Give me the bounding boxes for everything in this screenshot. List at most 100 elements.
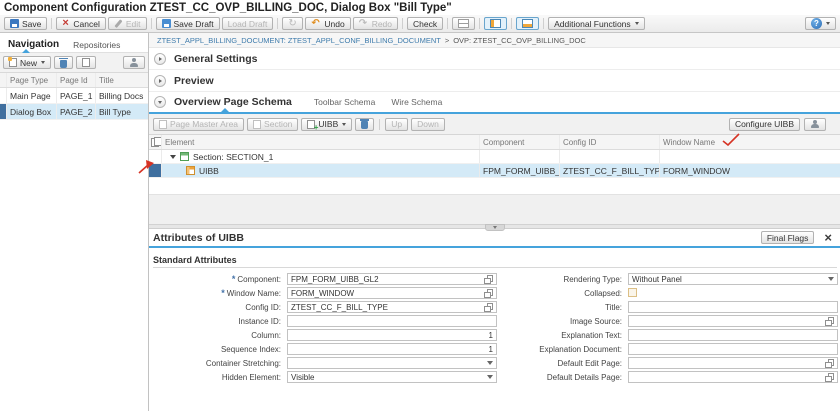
form-row: Container Stretching:Default Edit Page: bbox=[149, 356, 840, 370]
field-label-text: Default Edit Page: bbox=[558, 359, 622, 368]
tab-repositories[interactable]: Repositories bbox=[73, 40, 120, 50]
copy-button[interactable] bbox=[76, 56, 96, 69]
help-button[interactable] bbox=[805, 17, 836, 30]
form-row: Sequence Index:1Explanation Document: bbox=[149, 342, 840, 356]
redo-label: Redo bbox=[372, 19, 392, 29]
layout-bottom-button[interactable] bbox=[516, 17, 539, 30]
nav-table-row[interactable]: Main PagePAGE_1Billing Docs bbox=[0, 88, 148, 104]
close-icon[interactable]: × bbox=[824, 231, 832, 244]
field-input[interactable] bbox=[628, 329, 838, 341]
row-selection-cell bbox=[0, 104, 7, 119]
tree-expander-icon[interactable] bbox=[170, 155, 176, 159]
splitter-handle-icon[interactable] bbox=[485, 224, 505, 231]
tab-toolbar-schema[interactable]: Toolbar Schema bbox=[314, 97, 375, 107]
dropdown-icon[interactable] bbox=[828, 277, 834, 281]
value-help-icon[interactable] bbox=[485, 289, 493, 297]
expand-toggle-icon[interactable] bbox=[154, 75, 166, 87]
field-input[interactable]: FORM_WINDOW bbox=[287, 287, 497, 299]
page-master-area-label: Page Master Area bbox=[170, 119, 238, 129]
dropdown-icon[interactable] bbox=[487, 361, 493, 365]
save-button[interactable]: Save bbox=[4, 17, 47, 30]
undo-label: Undo bbox=[324, 19, 344, 29]
nav-table-row[interactable]: Dialog BoxPAGE_2Bill Type bbox=[0, 104, 148, 120]
user-assignment-button[interactable] bbox=[123, 56, 145, 69]
additional-functions-button[interactable]: Additional Functions bbox=[548, 17, 645, 30]
value-help-icon[interactable] bbox=[485, 303, 493, 311]
edit-icon bbox=[114, 19, 123, 28]
menu-caret-icon bbox=[41, 61, 45, 64]
delete-button[interactable] bbox=[54, 56, 73, 69]
delete-element-button[interactable] bbox=[355, 118, 374, 131]
page-new-icon bbox=[9, 58, 17, 67]
row-selection-cell bbox=[149, 164, 162, 177]
cancel-button[interactable]: Cancel bbox=[56, 17, 105, 30]
field-control bbox=[628, 284, 838, 302]
schema-table-row[interactable]: Section: SECTION_1 bbox=[149, 150, 840, 164]
schema-table-row[interactable]: UIBBFPM_FORM_UIBB_GL2ZTEST_CC_F_BILL_TYP… bbox=[149, 164, 840, 178]
final-flags-button[interactable]: Final Flags bbox=[761, 231, 815, 244]
save-label: Save bbox=[22, 19, 41, 29]
copy-doc-icon bbox=[151, 138, 159, 147]
nav-cell: Billing Docs bbox=[96, 88, 148, 103]
field-input[interactable]: Visible bbox=[287, 371, 497, 383]
breadcrumb-link[interactable]: ZTEST_APPL_BILLING_DOCUMENT: ZTEST_APPL_… bbox=[157, 36, 441, 45]
collapsed-checkbox[interactable] bbox=[628, 288, 637, 297]
save-draft-button[interactable]: Save Draft bbox=[156, 17, 220, 30]
header-icon-cell bbox=[149, 135, 162, 149]
toolbar-separator bbox=[479, 18, 480, 29]
cancel-icon bbox=[62, 19, 70, 28]
toolbar-separator bbox=[543, 18, 544, 29]
field-input[interactable] bbox=[287, 315, 497, 327]
field-input[interactable]: ZTEST_CC_F_BILL_TYPE bbox=[287, 301, 497, 313]
element-label: Section: SECTION_1 bbox=[193, 152, 273, 162]
field-input[interactable] bbox=[287, 357, 497, 369]
value-help-icon[interactable] bbox=[826, 317, 834, 325]
add-uibb-button[interactable]: UIBB bbox=[301, 118, 352, 131]
field-input[interactable]: 1 bbox=[287, 343, 497, 355]
required-marker: * bbox=[221, 289, 225, 297]
component-cell: FPM_FORM_UIBB_GL2 bbox=[480, 164, 560, 177]
field-input[interactable] bbox=[628, 343, 838, 355]
expand-toggle-icon[interactable] bbox=[154, 53, 166, 65]
form-row: Instance ID:Image Source: bbox=[149, 314, 840, 328]
dropdown-icon[interactable] bbox=[487, 375, 493, 379]
field-input[interactable] bbox=[628, 357, 838, 369]
field-input[interactable]: FPM_FORM_UIBB_GL2 bbox=[287, 273, 497, 285]
field-input[interactable] bbox=[628, 315, 838, 327]
field-label: *Component: bbox=[149, 275, 287, 284]
attributes-header: Attributes of UIBB Final Flags × bbox=[149, 229, 840, 248]
layout-left-button[interactable] bbox=[484, 17, 507, 30]
value-help-icon[interactable] bbox=[485, 275, 493, 283]
field-input[interactable] bbox=[628, 301, 838, 313]
down-label: Down bbox=[417, 119, 439, 129]
new-button[interactable]: New bbox=[3, 56, 51, 69]
field-input[interactable] bbox=[628, 371, 838, 383]
undo-button[interactable]: Undo bbox=[305, 17, 350, 30]
person-plus-icon bbox=[810, 120, 820, 129]
form-row: Column:1Explanation Text: bbox=[149, 328, 840, 342]
page-title: Component Configuration ZTEST_CC_OVP_BIL… bbox=[0, 0, 840, 15]
value-help-icon[interactable] bbox=[826, 359, 834, 367]
field-value: Without Panel bbox=[632, 275, 826, 284]
value-help-icon[interactable] bbox=[826, 373, 834, 381]
horizontal-splitter[interactable] bbox=[149, 224, 840, 229]
field-value: FPM_FORM_UIBB_GL2 bbox=[291, 275, 483, 284]
field-label-text: Explanation Document: bbox=[539, 345, 622, 354]
page-icon bbox=[253, 120, 261, 129]
navigation-panel: Navigation Repositories New Page TypePag… bbox=[0, 33, 149, 411]
tab-navigation[interactable]: Navigation bbox=[8, 39, 59, 50]
field-value: FORM_WINDOW bbox=[291, 289, 483, 298]
schema-toolbar-right: Configure UIBB bbox=[729, 118, 826, 131]
collapse-toggle-icon[interactable] bbox=[154, 96, 166, 108]
tab-wire-schema[interactable]: Wire Schema bbox=[391, 97, 442, 107]
field-input[interactable]: 1 bbox=[287, 329, 497, 341]
save-draft-label: Save Draft bbox=[174, 19, 214, 29]
row-selection-cell bbox=[0, 88, 7, 103]
configure-uibb-button[interactable]: Configure UIBB bbox=[729, 118, 800, 131]
nav-table-header: Page TypePage IdTitle bbox=[0, 73, 148, 88]
edit-label: Edit bbox=[126, 19, 141, 29]
assign-user-button[interactable] bbox=[804, 118, 826, 131]
section-title: Preview bbox=[174, 75, 214, 87]
nav-column-header: Page Type bbox=[7, 73, 57, 87]
check-button[interactable]: Check bbox=[407, 17, 443, 30]
